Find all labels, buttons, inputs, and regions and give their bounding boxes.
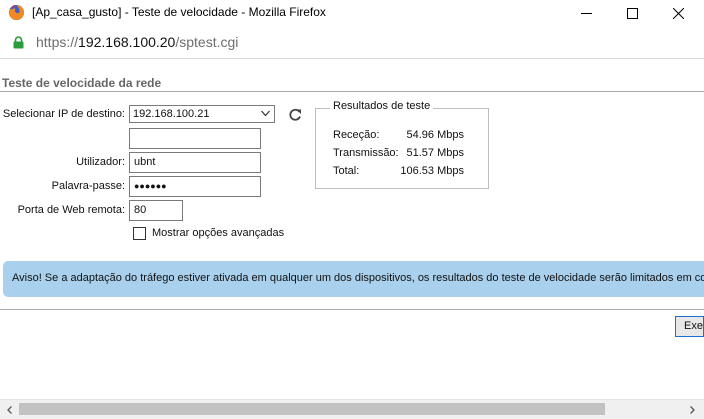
rx-value: 54.96 Mbps xyxy=(406,129,464,141)
warning-text: Aviso! Se a adaptação do tráfego estiver… xyxy=(12,272,704,284)
advanced-options-checkbox[interactable] xyxy=(133,227,146,240)
browser-window: [Ap_casa_gusto] - Teste de velocidade - … xyxy=(0,0,704,419)
chevron-down-icon xyxy=(261,110,270,117)
url-path: /sptest.cgi xyxy=(175,34,239,50)
minimize-button[interactable] xyxy=(563,0,609,26)
url-host: 192.168.100.20 xyxy=(78,34,176,50)
close-icon xyxy=(672,7,684,19)
scroll-left-icon[interactable] xyxy=(5,405,15,415)
lock-icon[interactable] xyxy=(13,36,24,49)
user-label: Utilizador: xyxy=(76,156,125,168)
results-legend: Resultados de teste xyxy=(330,100,434,112)
page-content: Teste de velocidade da rede Selecionar I… xyxy=(0,60,704,399)
minimize-icon xyxy=(580,12,592,14)
port-input[interactable]: 80 xyxy=(129,200,183,221)
tx-label: Transmissão: xyxy=(333,147,399,159)
refresh-icon[interactable] xyxy=(287,107,303,123)
section-title: Teste de velocidade da rede xyxy=(2,76,162,90)
rx-label: Receção: xyxy=(333,129,380,141)
title-bar: [Ap_casa_gusto] - Teste de velocidade - … xyxy=(0,0,704,27)
tx-value: 51.57 Mbps xyxy=(406,147,464,159)
url-bar[interactable]: https://192.168.100.20/sptest.cgi xyxy=(0,27,704,59)
dest-ip-select[interactable]: 192.168.100.21 xyxy=(129,105,275,123)
scroll-right-icon[interactable] xyxy=(687,405,697,415)
scrollbar-thumb[interactable] xyxy=(19,403,605,415)
port-label: Porta de Web remota: xyxy=(17,204,125,216)
maximize-button[interactable] xyxy=(609,0,655,26)
total-value: 106.53 Mbps xyxy=(400,165,464,177)
execute-test-button[interactable]: Executar teste xyxy=(675,316,704,337)
window-title: [Ap_casa_gusto] - Teste de velocidade - … xyxy=(32,5,326,19)
extra-ip-input[interactable] xyxy=(129,128,261,149)
url-protocol: https:// xyxy=(36,34,79,50)
divider xyxy=(0,309,704,310)
divider xyxy=(0,91,704,92)
horizontal-scrollbar[interactable] xyxy=(0,399,704,419)
dest-ip-label: Selecionar IP de destino: xyxy=(2,108,125,120)
maximize-icon xyxy=(626,7,638,19)
dest-ip-value: 192.168.100.21 xyxy=(133,108,210,120)
password-input[interactable]: ●●●●●● xyxy=(129,176,261,197)
password-label: Palavra-passe: xyxy=(51,180,125,192)
advanced-options-label[interactable]: Mostrar opções avançadas xyxy=(152,227,284,239)
close-button[interactable] xyxy=(655,0,701,26)
firefox-icon xyxy=(8,4,25,21)
user-input[interactable]: ubnt xyxy=(129,152,261,173)
url-text[interactable]: https://192.168.100.20/sptest.cgi xyxy=(36,34,238,50)
warning-banner: Aviso! Se a adaptação do tráfego estiver… xyxy=(3,261,704,297)
total-label: Total: xyxy=(333,165,360,177)
